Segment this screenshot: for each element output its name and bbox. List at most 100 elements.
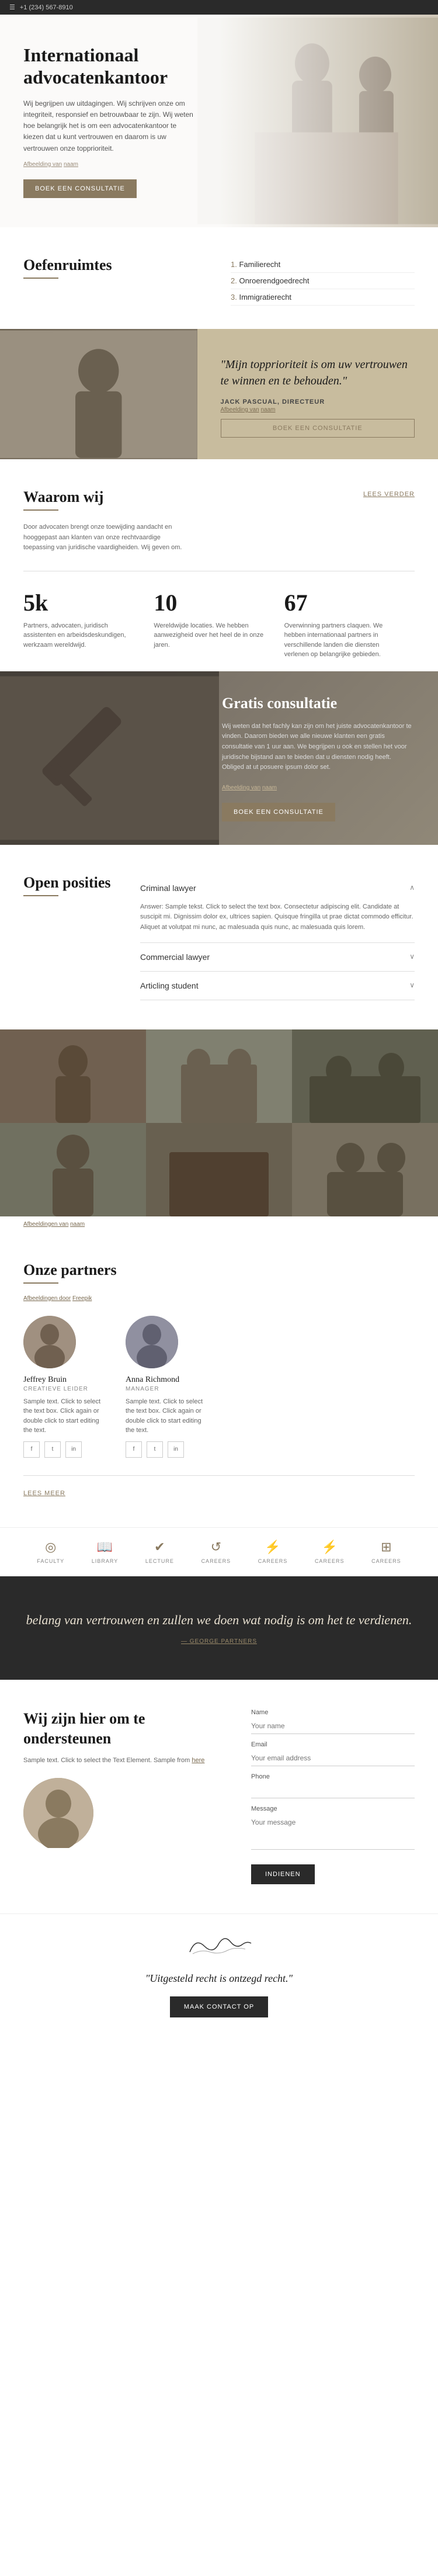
partner-text-2: Sample text. Click to select the text bo… bbox=[126, 1397, 210, 1436]
practice-title: Oefenruimtes bbox=[23, 256, 207, 274]
form-input-phone[interactable] bbox=[251, 1783, 415, 1798]
final-quote: "Uitgesteld recht is ontzegd recht." bbox=[23, 1972, 415, 1985]
contact-form: Name Email Phone Message INDIENEN bbox=[251, 1709, 415, 1884]
icon-item-2: 📖 LIBRARY bbox=[92, 1540, 118, 1564]
icon-label-1: FACULTY bbox=[37, 1558, 64, 1564]
form-input-email[interactable] bbox=[251, 1750, 415, 1766]
partner1-twitter-icon[interactable]: t bbox=[44, 1441, 61, 1458]
partner-role-2: MANAGER bbox=[126, 1386, 210, 1392]
stat-desc-2: Wereldwijde locaties. We hebben aanwezig… bbox=[154, 621, 266, 650]
icon-label-3: LECTURE bbox=[145, 1558, 174, 1564]
icon-item-1: ◎ FACULTY bbox=[37, 1540, 64, 1564]
partner2-facebook-icon[interactable]: f bbox=[126, 1441, 142, 1458]
hero-consult-button[interactable]: BOEK EEN CONSULTATIE bbox=[23, 179, 137, 198]
position-header-criminal[interactable]: Criminal lawyer ∧ bbox=[140, 874, 415, 902]
practice-item-1[interactable]: Familierecht bbox=[231, 256, 415, 273]
grid-icon[interactable]: ⊞ bbox=[381, 1540, 391, 1555]
partner1-facebook-icon[interactable]: f bbox=[23, 1441, 40, 1458]
quote-content: "Mijn topprioriteit is om uw vertrouwen … bbox=[197, 329, 438, 459]
library-icon[interactable]: 📖 bbox=[97, 1540, 113, 1555]
criminal-chevron-icon: ∧ bbox=[409, 883, 415, 892]
positions-title: Open posities bbox=[23, 874, 117, 892]
hero-credit: Afbeelding van naam bbox=[23, 161, 199, 168]
commercial-chevron-icon: ∨ bbox=[409, 952, 415, 961]
partners-divider bbox=[23, 1282, 58, 1284]
practice-left: Oefenruimtes bbox=[23, 256, 207, 290]
careers-icon[interactable]: ↺ bbox=[211, 1540, 221, 1555]
icon-row: ◎ FACULTY 📖 LIBRARY ✔ LECTURE ↺ CAREERS … bbox=[0, 1527, 438, 1576]
quote-credit-link[interactable]: naam bbox=[260, 407, 275, 413]
lecture-icon[interactable]: ✔ bbox=[154, 1540, 165, 1555]
position-body-criminal: Answer: Sample tekst. Click to select th… bbox=[140, 902, 415, 942]
lightning-icon[interactable]: ⚡ bbox=[265, 1540, 280, 1555]
form-input-name[interactable] bbox=[251, 1718, 415, 1734]
stat-item-1: 5k Partners, advocaten, juridisch assist… bbox=[23, 589, 154, 660]
icon-label-7: CAREERS bbox=[371, 1558, 401, 1564]
partners-credit-link[interactable]: Freepik bbox=[72, 1295, 92, 1302]
partner-card-2: Anna Richmond MANAGER Sample text. Click… bbox=[126, 1316, 210, 1458]
why-read-more[interactable]: LEES VERDER bbox=[363, 491, 415, 498]
partner-role-1: CREATIEVE LEIDER bbox=[23, 1386, 108, 1392]
photo-grid bbox=[0, 1029, 438, 1216]
bolt-icon[interactable]: ⚡ bbox=[321, 1540, 337, 1555]
partner1-socials: f t in bbox=[23, 1441, 108, 1458]
quote-section: "Mijn topprioriteit is om uw vertrouwen … bbox=[0, 329, 438, 459]
form-label-phone: Phone bbox=[251, 1773, 415, 1780]
form-textarea-message[interactable] bbox=[251, 1815, 415, 1850]
partners-read-more[interactable]: LEES MEER bbox=[23, 1490, 65, 1497]
contact-credit-link[interactable]: here bbox=[192, 1757, 204, 1764]
form-label-message: Message bbox=[251, 1805, 415, 1812]
final-contact-button[interactable]: MAAK CONTACT OP bbox=[170, 1996, 268, 2017]
partner1-linkedin-icon[interactable]: in bbox=[65, 1441, 82, 1458]
form-group-message: Message bbox=[251, 1805, 415, 1853]
dark-quote-credit: — George Partners bbox=[23, 1638, 415, 1645]
form-submit-button[interactable]: INDIENEN bbox=[251, 1864, 315, 1884]
stat-item-2: 10 Wereldwijde locaties. We hebben aanwe… bbox=[154, 589, 284, 660]
hero-credit-link[interactable]: naam bbox=[64, 161, 78, 168]
partner2-socials: f t in bbox=[126, 1441, 210, 1458]
gavel-consult-button[interactable]: BOEK EEN CONSULTATIE bbox=[222, 803, 335, 821]
partners-credit: Afbeeldingen door Freepik bbox=[23, 1295, 415, 1302]
quote-credit: Afbeelding van naam bbox=[221, 407, 415, 413]
hamburger-icon[interactable]: ☰ bbox=[9, 4, 15, 11]
stat-number-1: 5k bbox=[23, 589, 136, 616]
why-section: Waarom wij Door advocaten brengt onze to… bbox=[0, 459, 438, 671]
form-label-name: Name bbox=[251, 1709, 415, 1716]
stat-desc-1: Partners, advocaten, juridisch assistent… bbox=[23, 621, 136, 650]
photo-svg-2 bbox=[146, 1029, 292, 1123]
signature-image bbox=[184, 1932, 254, 1961]
icon-label-4: CAREERS bbox=[201, 1558, 231, 1564]
partner-card-1: Jeffrey Bruin CREATIEVE LEIDER Sample te… bbox=[23, 1316, 108, 1458]
photo-cell-4 bbox=[0, 1123, 146, 1216]
icon-label-6: CAREERS bbox=[315, 1558, 345, 1564]
practice-item-2[interactable]: Onroerendgoedrecht bbox=[231, 273, 415, 289]
gavel-svg bbox=[0, 671, 219, 845]
practice-section: Oefenruimtes Familierecht Onroerendgoedr… bbox=[0, 227, 438, 306]
why-header: Waarom wij Door advocaten brengt onze to… bbox=[23, 488, 415, 553]
why-description: Door advocaten brengt onze toewijding aa… bbox=[23, 522, 187, 553]
photo-credit-link[interactable]: naam bbox=[70, 1221, 85, 1228]
practice-item-3[interactable]: Immigratierecht bbox=[231, 289, 415, 306]
faculty-icon[interactable]: ◎ bbox=[45, 1540, 56, 1555]
quote-author: JACK PASCUAL, DIRECTEUR bbox=[221, 398, 415, 405]
partner2-avatar-svg bbox=[126, 1316, 178, 1368]
photo-svg-6 bbox=[292, 1123, 438, 1216]
partner2-linkedin-icon[interactable]: in bbox=[168, 1441, 184, 1458]
partner2-twitter-icon[interactable]: t bbox=[147, 1441, 163, 1458]
positions-left: Open posities bbox=[23, 874, 117, 1000]
positions-section: Open posities Criminal lawyer ∧ Answer: … bbox=[0, 845, 438, 1029]
photo-svg-5 bbox=[146, 1123, 292, 1216]
icon-item-4: ↺ CAREERS bbox=[201, 1540, 231, 1564]
practice-right: Familierecht Onroerendgoedrecht Immigrat… bbox=[231, 256, 415, 306]
gavel-credit-link[interactable]: naam bbox=[262, 785, 277, 791]
photo-cell-6 bbox=[292, 1123, 438, 1216]
partner-avatar-2 bbox=[126, 1316, 178, 1368]
partner-name-1: Jeffrey Bruin bbox=[23, 1375, 108, 1385]
position-header-commercial[interactable]: Commercial lawyer ∨ bbox=[140, 943, 415, 971]
quote-consult-button[interactable]: BOEK EEN CONSULTATIE bbox=[221, 419, 415, 438]
contact-left: Wij zijn hier om te ondersteunen Sample … bbox=[23, 1709, 228, 1884]
why-title: Waarom wij bbox=[23, 488, 187, 506]
position-header-articling[interactable]: Articling student ∨ bbox=[140, 972, 415, 1000]
partners-section: Onze partners Afbeeldingen door Freepik … bbox=[0, 1232, 438, 1527]
quote-svg bbox=[0, 329, 197, 459]
